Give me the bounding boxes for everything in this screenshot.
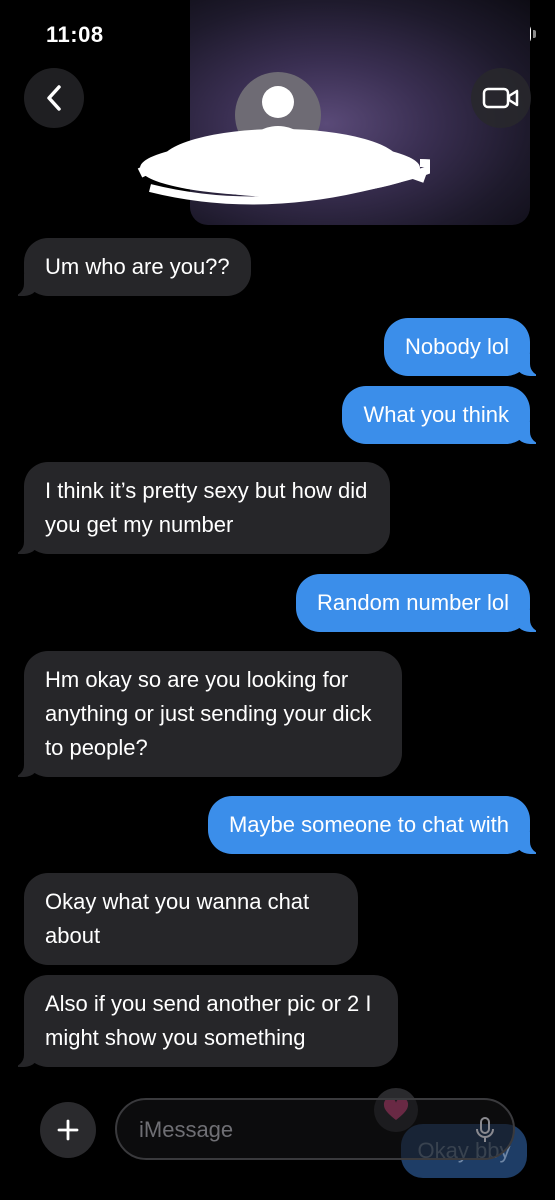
video-camera-icon xyxy=(482,87,519,109)
message-bubble-outgoing[interactable]: Nobody lol xyxy=(384,318,542,376)
back-button[interactable] xyxy=(24,68,84,128)
microphone-icon[interactable] xyxy=(475,1116,495,1144)
message-bubble-incoming[interactable]: Also if you send another pic or 2 I migh… xyxy=(12,975,398,1067)
facetime-video-button[interactable] xyxy=(471,68,531,128)
message-text: Nobody lol xyxy=(405,334,509,359)
message-bubble-incoming[interactable]: I think it’s pretty sexy but how did you… xyxy=(12,462,390,554)
message-text: Um who are you?? xyxy=(45,254,230,279)
message-text: Also if you send another pic or 2 I migh… xyxy=(45,991,372,1050)
plus-icon xyxy=(57,1119,79,1141)
message-bubble-outgoing[interactable]: Maybe someone to chat with xyxy=(207,796,543,854)
message-text: Okay what you wanna chat about xyxy=(45,889,310,948)
message-text: Random number lol xyxy=(317,590,509,615)
message-bubble-incoming[interactable]: Hm okay so are you looking for anything … xyxy=(12,651,402,777)
message-text: Hm okay so are you looking for anything … xyxy=(45,667,372,760)
message-bubble-incoming[interactable]: Um who are you?? xyxy=(12,238,251,296)
message-bubble-outgoing[interactable]: What you think xyxy=(342,386,542,444)
imessage-input[interactable]: iMessage xyxy=(115,1098,515,1160)
message-text: I think it’s pretty sexy but how did you… xyxy=(45,478,368,537)
chevron-left-icon xyxy=(47,85,61,111)
imessage-placeholder: iMessage xyxy=(139,1117,234,1142)
message-text: Maybe someone to chat with xyxy=(228,812,509,837)
avatar-head xyxy=(262,86,294,118)
message-text: What you think xyxy=(363,402,509,427)
message-bubble-outgoing[interactable]: Random number lol xyxy=(296,574,542,632)
message-bubble-incoming[interactable]: Okay what you wanna chat about xyxy=(24,873,358,965)
redaction-scribble xyxy=(137,129,430,205)
apps-plus-button[interactable] xyxy=(40,1102,96,1158)
status-time: 11:08 xyxy=(46,22,104,47)
